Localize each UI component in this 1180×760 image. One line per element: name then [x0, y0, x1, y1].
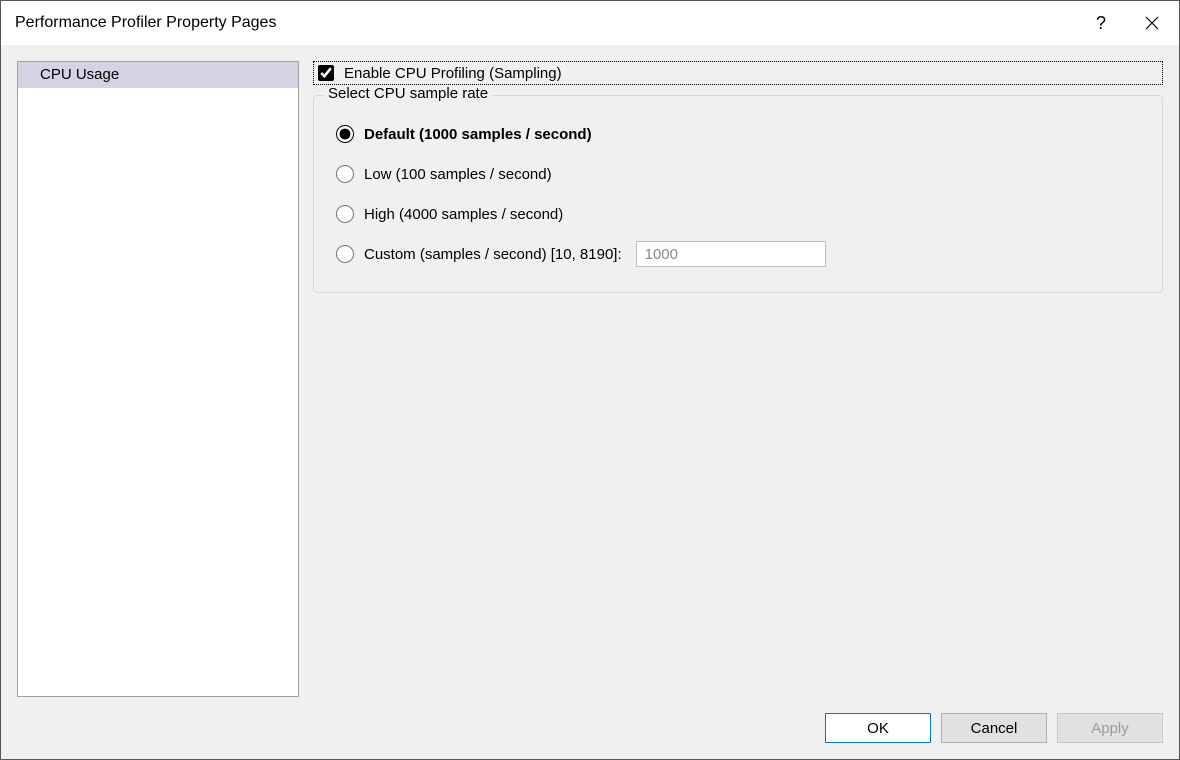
enable-cpu-profiling-row[interactable]: Enable CPU Profiling (Sampling) [313, 61, 1163, 85]
apply-button[interactable]: Apply [1057, 713, 1163, 743]
help-button[interactable]: ? [1077, 1, 1125, 45]
sample-rate-group: Select CPU sample rate Default (1000 sam… [313, 95, 1163, 293]
enable-cpu-profiling-label: Enable CPU Profiling (Sampling) [344, 65, 562, 82]
radio-custom-label: Custom (samples / second) [10, 8190]: [364, 246, 622, 263]
titlebar: Performance Profiler Property Pages ? [1, 1, 1179, 45]
radio-default-label: Default (1000 samples / second) [364, 126, 592, 143]
radio-row-default[interactable]: Default (1000 samples / second) [336, 114, 1144, 154]
radio-low-label: Low (100 samples / second) [364, 166, 552, 183]
radio-row-custom[interactable]: Custom (samples / second) [10, 8190]: [336, 234, 1144, 274]
radio-custom[interactable] [336, 245, 354, 263]
radio-high-label: High (4000 samples / second) [364, 206, 563, 223]
radio-high[interactable] [336, 205, 354, 223]
radio-default[interactable] [336, 125, 354, 143]
dialog-window: Performance Profiler Property Pages ? CP… [0, 0, 1180, 760]
content-panel: Enable CPU Profiling (Sampling) Select C… [313, 61, 1163, 697]
enable-cpu-profiling-checkbox[interactable] [318, 65, 334, 81]
radio-row-high[interactable]: High (4000 samples / second) [336, 194, 1144, 234]
nav-item-label: CPU Usage [40, 66, 119, 83]
cancel-button[interactable]: Cancel [941, 713, 1047, 743]
help-icon: ? [1096, 13, 1106, 34]
radio-row-low[interactable]: Low (100 samples / second) [336, 154, 1144, 194]
top-area: CPU Usage Enable CPU Profiling (Sampling… [17, 61, 1163, 697]
client-area: CPU Usage Enable CPU Profiling (Sampling… [1, 45, 1179, 759]
custom-sample-rate-input[interactable] [636, 241, 826, 267]
nav-panel: CPU Usage [17, 61, 299, 697]
nav-item-cpu-usage[interactable]: CPU Usage [18, 62, 298, 88]
sample-rate-legend: Select CPU sample rate [324, 85, 492, 102]
close-button[interactable] [1125, 1, 1179, 45]
radio-low[interactable] [336, 165, 354, 183]
ok-button[interactable]: OK [825, 713, 931, 743]
button-bar: OK Cancel Apply [17, 697, 1163, 745]
close-icon [1145, 16, 1159, 30]
window-title: Performance Profiler Property Pages [15, 14, 1077, 32]
